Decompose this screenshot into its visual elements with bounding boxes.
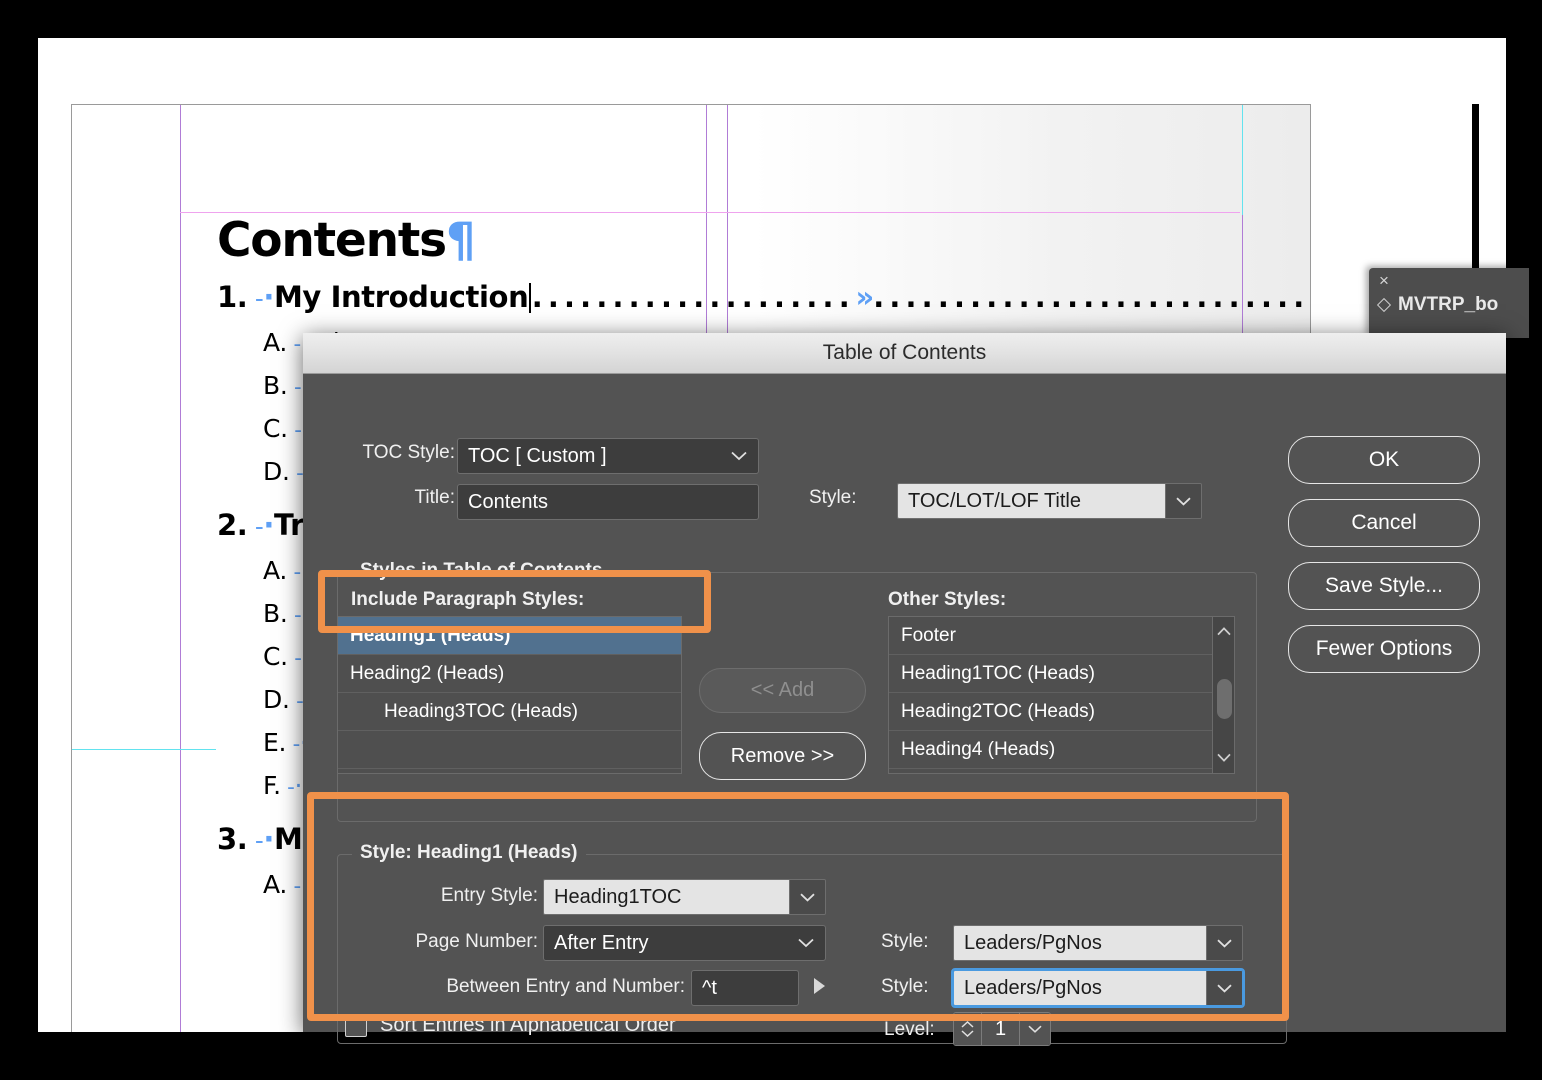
entry-style-dropdown[interactable]: Heading1TOC: [543, 879, 826, 915]
dialog-titlebar[interactable]: Table of Contents: [303, 333, 1506, 374]
cancel-button[interactable]: Cancel: [1288, 499, 1480, 547]
chevron-down-icon[interactable]: [789, 880, 825, 914]
page-number-dropdown[interactable]: After Entry: [543, 925, 826, 961]
entry-style-label: Entry Style:: [408, 885, 538, 907]
list-item[interactable]: Heading4 (Heads): [889, 731, 1234, 769]
add-button-label: << Add: [751, 679, 814, 702]
remove-button[interactable]: Remove >>: [699, 732, 866, 780]
sort-entries-checkbox-row[interactable]: Sort Entries in Alphabetical Order: [345, 1014, 676, 1037]
screenshot-root: Contents¶ 1.​ ‐·My Introduction․․․․․․․․․…: [0, 0, 1542, 1080]
dialog-body: TOC Style: TOC [ Custom ] Title: Content…: [303, 374, 1506, 1032]
between-entry-number-value: ^t: [702, 977, 717, 1000]
list-item-label: Heading4 (Heads): [901, 739, 1055, 761]
chevron-down-icon[interactable]: [1206, 926, 1242, 960]
list-item-label: Heading1TOC (Heads): [901, 663, 1095, 685]
list-item-label: Heading2 (Heads): [350, 663, 504, 685]
level-value[interactable]: 1: [982, 1013, 1020, 1045]
between-entry-number-input[interactable]: ^t: [691, 970, 799, 1006]
list-item[interactable]: Footer: [889, 617, 1234, 655]
scroll-up-arrow-icon[interactable]: [1217, 623, 1231, 641]
ok-button[interactable]: OK: [1288, 436, 1480, 484]
list-item[interactable]: Heading1TOC (Heads): [889, 655, 1234, 693]
page-number-label: Page Number:: [388, 931, 538, 953]
sort-entries-label: Sort Entries in Alphabetical Order: [380, 1014, 676, 1037]
style-heading-legend: Style: Heading1 (Heads): [352, 842, 586, 864]
table-of-contents-dialog[interactable]: Table of Contents TOC Style: TOC [ Custo…: [303, 333, 1506, 1032]
fewer-options-button[interactable]: Fewer Options: [1288, 625, 1480, 673]
chevron-down-icon[interactable]: [1020, 1013, 1050, 1045]
list-item-label: Footer: [901, 625, 956, 647]
toc-style-dropdown[interactable]: TOC [ Custom ]: [457, 438, 759, 474]
list-item-empty[interactable]: [338, 731, 681, 769]
include-paragraph-styles-label: Include Paragraph Styles:: [351, 589, 584, 611]
toc-entry-1: 1.​ ‐·My Introduction․․․․․․․․․․․․․․․․․․․…: [217, 280, 1307, 314]
list-item-label: Heading1 (Heads): [350, 625, 510, 647]
sort-entries-checkbox[interactable]: [345, 1015, 367, 1037]
list-item-label: Heading3TOC (Heads): [384, 701, 578, 723]
close-icon[interactable]: ×: [1379, 271, 1389, 291]
stepper-arrows-icon[interactable]: [954, 1013, 982, 1045]
diamond-icon: [1377, 298, 1391, 312]
title-input-value: Contents: [468, 491, 548, 514]
dialog-title: Table of Contents: [823, 341, 986, 365]
fewer-options-button-label: Fewer Options: [1316, 637, 1453, 661]
other-styles-label: Other Styles:: [888, 589, 1006, 611]
toc-style-value: TOC [ Custom ]: [468, 445, 607, 468]
chevron-down-icon: [731, 451, 747, 461]
cancel-button-label: Cancel: [1351, 511, 1416, 535]
scroll-down-arrow-icon[interactable]: [1217, 749, 1231, 767]
styles-in-toc-legend: Styles in Table of Contents: [352, 560, 610, 582]
chevron-down-icon: [798, 938, 814, 948]
level-stepper[interactable]: 1: [953, 1012, 1051, 1046]
list-item[interactable]: Heading2TOC (Heads): [889, 693, 1234, 731]
title-label: Title:: [340, 487, 455, 509]
remove-button-label: Remove >>: [731, 745, 834, 768]
list-item[interactable]: Heading1 (Heads): [338, 617, 681, 655]
entry-style-value: Heading1TOC: [544, 880, 789, 914]
panel-title-label: MVTRP_bo: [1398, 294, 1498, 316]
title-style-value: TOC/LOT/LOF Title: [898, 484, 1165, 518]
add-button[interactable]: << Add: [699, 668, 866, 713]
between-style-value: Leaders/PgNos: [954, 971, 1206, 1005]
document-tab-panel[interactable]: × MVTRP_bo: [1369, 268, 1529, 338]
toc-style-label: TOC Style:: [340, 442, 455, 464]
list-item-label: Heading2TOC (Heads): [901, 701, 1095, 723]
list-item[interactable]: Heading3TOC (Heads): [338, 693, 681, 731]
page-number-value: After Entry: [554, 932, 648, 955]
between-entry-number-label: Between Entry and Number:: [393, 976, 685, 998]
ruler-guide-horizontal: [71, 749, 216, 750]
level-label: Level:: [884, 1019, 935, 1041]
chevron-down-icon[interactable]: [1206, 971, 1242, 1005]
panel-close-row: ×: [1369, 268, 1529, 294]
title-style-label: Style:: [809, 487, 857, 509]
other-styles-scrollbar[interactable]: [1212, 617, 1234, 773]
save-style-button-label: Save Style...: [1325, 574, 1443, 598]
page-number-style-value: Leaders/PgNos: [954, 926, 1206, 960]
document-toc-title: Contents¶: [217, 217, 1307, 264]
ruler-guide-vertical: [1242, 105, 1243, 215]
scrollbar-thumb[interactable]: [1217, 679, 1232, 719]
ok-button-label: OK: [1369, 448, 1399, 472]
include-paragraph-styles-list[interactable]: Heading1 (Heads) Heading2 (Heads) Headin…: [337, 616, 682, 774]
page-number-style-label: Style:: [881, 931, 929, 953]
title-input[interactable]: Contents: [457, 484, 759, 520]
panel-title: MVTRP_bo: [1369, 294, 1529, 316]
list-item[interactable]: Heading2 (Heads): [338, 655, 681, 693]
insert-special-character-icon[interactable]: [814, 978, 825, 994]
chevron-down-icon[interactable]: [1165, 484, 1201, 518]
between-style-label: Style:: [881, 976, 929, 998]
between-style-dropdown[interactable]: Leaders/PgNos: [953, 970, 1243, 1006]
page-number-style-dropdown[interactable]: Leaders/PgNos: [953, 925, 1243, 961]
other-styles-list[interactable]: Footer Heading1TOC (Heads) Heading2TOC (…: [888, 616, 1235, 774]
save-style-button[interactable]: Save Style...: [1288, 562, 1480, 610]
margin-guide-left: [180, 105, 181, 1032]
title-style-dropdown[interactable]: TOC/LOT/LOF Title: [897, 483, 1202, 519]
